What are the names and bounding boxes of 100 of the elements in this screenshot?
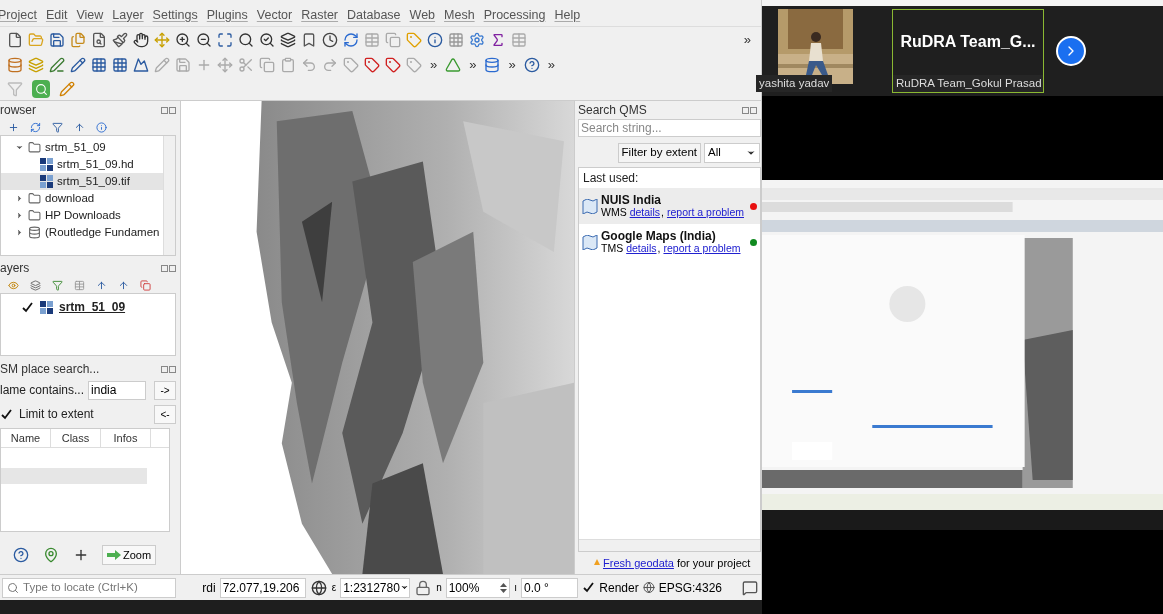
overflow-chevron[interactable]: » bbox=[465, 55, 481, 75]
crs-button[interactable]: EPSG:4326 bbox=[658, 578, 722, 597]
menu-item[interactable]: Layer bbox=[112, 5, 144, 25]
clock-icon[interactable] bbox=[321, 30, 339, 49]
lock-icon[interactable] bbox=[414, 578, 433, 597]
expand-arrow-icon[interactable] bbox=[15, 228, 24, 237]
menu-item[interactable]: Help bbox=[554, 5, 581, 25]
service-row[interactable]: NUIS India WMS details, report a problem bbox=[579, 188, 760, 224]
expand-arrow-icon[interactable] bbox=[15, 143, 24, 152]
overflow-chevron[interactable]: » bbox=[739, 29, 755, 50]
copy-icon[interactable] bbox=[258, 56, 276, 74]
next-button[interactable] bbox=[1056, 36, 1086, 66]
style-icon[interactable] bbox=[111, 30, 129, 49]
menu-item[interactable]: Settings bbox=[152, 5, 198, 25]
label-style-icon[interactable] bbox=[384, 56, 402, 74]
scrollbar[interactable] bbox=[579, 539, 760, 551]
overflow-chevron[interactable]: » bbox=[426, 55, 442, 75]
label-pin-icon[interactable] bbox=[405, 56, 423, 74]
triangle-icon[interactable] bbox=[444, 56, 463, 74]
report-link[interactable]: report a problem bbox=[663, 242, 741, 254]
locate-field[interactable]: Type to locate (Ctrl+K) bbox=[2, 577, 176, 598]
menu-item[interactable]: Database bbox=[347, 5, 401, 25]
help-icon[interactable] bbox=[522, 56, 541, 74]
map-pin-icon[interactable] bbox=[42, 546, 60, 564]
menu-item[interactable]: Processing bbox=[483, 5, 546, 25]
column-header[interactable]: Name bbox=[1, 429, 51, 447]
back-button[interactable]: <- bbox=[154, 404, 176, 424]
paste-icon[interactable] bbox=[279, 56, 297, 74]
magnifier-spinbox[interactable]: 100% bbox=[445, 577, 511, 598]
database-icon[interactable] bbox=[6, 56, 24, 74]
pan-icon[interactable] bbox=[132, 30, 150, 49]
report-link[interactable]: report a problem bbox=[666, 206, 744, 218]
menu-item[interactable]: Edit bbox=[45, 5, 68, 25]
overflow-chevron[interactable]: » bbox=[504, 55, 520, 75]
checkbox[interactable] bbox=[0, 407, 13, 421]
label-icon[interactable] bbox=[342, 56, 360, 74]
raster-icon[interactable] bbox=[90, 56, 108, 74]
overflow-chevron[interactable]: » bbox=[543, 55, 559, 75]
dock-controls-icon[interactable] bbox=[742, 106, 757, 114]
menu-item[interactable]: Web bbox=[409, 5, 436, 25]
spin-arrows-icon[interactable] bbox=[500, 581, 508, 594]
vector-icon[interactable] bbox=[48, 56, 66, 74]
coordinate-field[interactable]: 72.077,19.206 bbox=[219, 577, 306, 598]
tree-row[interactable]: srtm_51_09.tif bbox=[1, 173, 163, 190]
menu-item[interactable]: Plugins bbox=[206, 5, 248, 25]
refresh-icon[interactable] bbox=[342, 30, 360, 49]
extents-icon[interactable] bbox=[309, 578, 328, 597]
menu-item[interactable]: View bbox=[76, 5, 104, 25]
settings-icon[interactable] bbox=[468, 30, 486, 49]
expand-arrow-icon[interactable] bbox=[15, 194, 24, 203]
label-rule-icon[interactable] bbox=[363, 56, 381, 74]
scrollbar[interactable] bbox=[163, 136, 175, 255]
scope-dropdown[interactable]: All bbox=[704, 143, 760, 163]
full-extent-icon[interactable] bbox=[216, 30, 234, 49]
save-icon[interactable] bbox=[48, 30, 66, 49]
search-map-icon[interactable] bbox=[32, 80, 50, 98]
filter-button[interactable]: Filter by extent bbox=[617, 143, 701, 163]
raster-icon bbox=[40, 300, 53, 314]
save-edits-icon[interactable] bbox=[174, 56, 192, 74]
messages-icon[interactable] bbox=[741, 578, 759, 597]
rotation-spinbox[interactable]: 0.0 ° bbox=[521, 577, 579, 598]
menu-item[interactable]: Raster bbox=[301, 5, 339, 25]
zoom-selection-icon[interactable] bbox=[237, 30, 255, 49]
new-file-icon[interactable] bbox=[6, 30, 24, 49]
help-icon[interactable] bbox=[12, 546, 30, 564]
dock-controls-icon[interactable] bbox=[161, 264, 176, 272]
search-button[interactable]: -> bbox=[154, 380, 176, 400]
column-header[interactable]: Class bbox=[51, 429, 101, 447]
identify-icon[interactable] bbox=[426, 30, 444, 49]
scale-dropdown[interactable]: 1:2312780 bbox=[340, 577, 411, 598]
edit-grid-icon[interactable] bbox=[58, 80, 76, 98]
zoom-button[interactable]: Zoom bbox=[102, 545, 157, 565]
checkbox[interactable] bbox=[582, 581, 596, 594]
details-link[interactable]: details bbox=[629, 206, 661, 218]
tree-row[interactable]: HP Downloads bbox=[1, 207, 163, 224]
tree-row[interactable]: (Routledge Fundamen bbox=[1, 224, 163, 241]
layer-name[interactable]: srtm_51_09 bbox=[59, 298, 126, 316]
search-field[interactable]: Search string... bbox=[578, 119, 761, 137]
menu-item[interactable]: Vector bbox=[256, 5, 293, 25]
menu-item[interactable]: Mesh bbox=[444, 5, 475, 25]
participant-tile[interactable]: RuDRA Team_G... RuDRA Team_Gokul Prasad bbox=[892, 9, 1044, 93]
zoom-out-icon[interactable] bbox=[195, 30, 213, 49]
dock-controls-icon[interactable] bbox=[161, 365, 176, 373]
geodata-link[interactable]: Fresh geodata bbox=[603, 554, 674, 572]
checkbox[interactable] bbox=[21, 300, 34, 314]
details-link[interactable]: details bbox=[626, 242, 657, 254]
name-field[interactable]: india bbox=[88, 380, 147, 400]
mesh-icon[interactable] bbox=[111, 56, 129, 74]
zoom-in-icon[interactable] bbox=[174, 30, 192, 49]
panel-title: SM place search... bbox=[0, 361, 100, 378]
tree-row[interactable]: srtm_51_09 bbox=[1, 139, 163, 156]
service-row[interactable]: Google Maps (India) TMS details, report a problem bbox=[579, 224, 760, 260]
column-header[interactable]: Infos bbox=[101, 429, 151, 447]
expand-arrow-icon[interactable] bbox=[15, 211, 24, 220]
layer-add-icon[interactable] bbox=[27, 56, 45, 74]
cut-icon[interactable] bbox=[237, 56, 255, 74]
dock-controls-icon[interactable] bbox=[161, 106, 176, 114]
tree-row[interactable]: download bbox=[1, 190, 163, 207]
digitize-icon[interactable] bbox=[69, 56, 87, 74]
tree-row[interactable]: srtm_51_09.hd bbox=[1, 156, 163, 173]
